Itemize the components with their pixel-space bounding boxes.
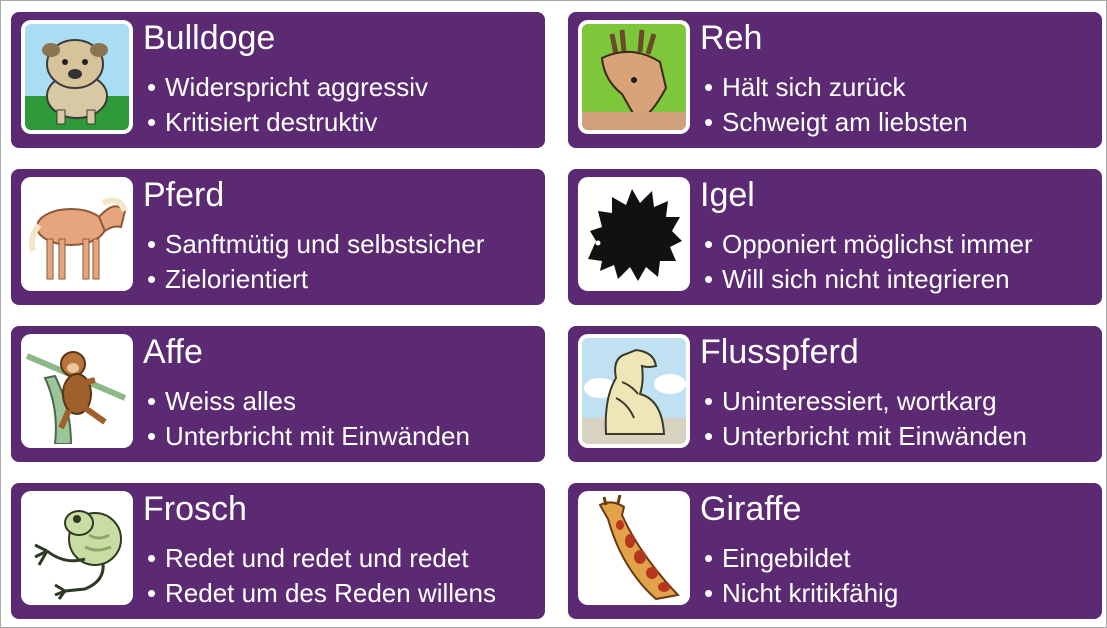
trait-item: Schweigt am liebsten <box>700 105 968 140</box>
card-affe: Affe Weiss alles Unterbricht mit Einwänd… <box>11 326 545 462</box>
deer-picture <box>578 20 690 134</box>
trait-item: Zielorientiert <box>143 262 484 297</box>
card-reh: Reh Hält sich zurück Schweigt am liebste… <box>568 12 1102 148</box>
trait-item: Opponiert möglichst immer <box>700 227 1033 262</box>
trait-list: Weiss alles Unterbricht mit Einwänden <box>143 384 470 454</box>
trait-item: Redet und redet und redet <box>143 541 496 576</box>
monkey-picture <box>21 334 133 448</box>
horse-icon <box>25 181 129 287</box>
trait-item: Eingebildet <box>700 541 898 576</box>
trait-list: Redet und redet und redet Redet um des R… <box>143 541 496 611</box>
trait-item: Hält sich zurück <box>700 70 968 105</box>
card-flusspferd: Flusspferd Uninteressiert, wortkarg Unte… <box>568 326 1102 462</box>
trait-item: Kritisiert destruktiv <box>143 105 428 140</box>
horse-picture <box>21 177 133 291</box>
hedgehog-picture <box>578 177 690 291</box>
trait-list: Hält sich zurück Schweigt am liebsten <box>700 70 968 140</box>
card-igel: Igel Opponiert möglichst immer Will sich… <box>568 169 1102 305</box>
animal-name: Reh <box>700 19 763 57</box>
trait-item: Unterbricht mit Einwänden <box>143 419 470 454</box>
slide: Bulldoge Widerspricht aggressiv Kritisie… <box>0 0 1107 628</box>
trait-list: Sanftmütig und selbstsicher Zielorientie… <box>143 227 484 297</box>
hippo-icon <box>582 338 686 444</box>
bulldog-picture <box>21 20 133 134</box>
deer-icon <box>582 24 686 130</box>
animal-name: Frosch <box>143 490 247 528</box>
trait-list: Eingebildet Nicht kritikfähig <box>700 541 898 611</box>
card-bulldoge: Bulldoge Widerspricht aggressiv Kritisie… <box>11 12 545 148</box>
giraffe-picture <box>578 491 690 605</box>
animal-name: Bulldoge <box>143 19 276 57</box>
trait-item: Nicht kritikfähig <box>700 576 898 611</box>
trait-item: Uninteressiert, wortkarg <box>700 384 1027 419</box>
animal-name: Pferd <box>143 176 225 214</box>
card-frosch: Frosch Redet und redet und redet Redet u… <box>11 483 545 619</box>
animal-name: Giraffe <box>700 490 802 528</box>
card-giraffe: Giraffe Eingebildet Nicht kritikfähig <box>568 483 1102 619</box>
frog-icon <box>25 495 129 601</box>
trait-item: Will sich nicht integrieren <box>700 262 1033 297</box>
trait-item: Unterbricht mit Einwänden <box>700 419 1027 454</box>
trait-item: Redet um des Reden willens <box>143 576 496 611</box>
animal-name: Affe <box>143 333 203 371</box>
trait-item: Sanftmütig und selbstsicher <box>143 227 484 262</box>
animal-name: Igel <box>700 176 755 214</box>
giraffe-icon <box>582 495 686 601</box>
trait-item: Widerspricht aggressiv <box>143 70 428 105</box>
hippo-picture <box>578 334 690 448</box>
hedgehog-icon <box>582 181 686 287</box>
frog-picture <box>21 491 133 605</box>
animal-name: Flusspferd <box>700 333 859 371</box>
trait-item: Weiss alles <box>143 384 470 419</box>
monkey-icon <box>25 338 129 444</box>
trait-list: Widerspricht aggressiv Kritisiert destru… <box>143 70 428 140</box>
bulldog-icon <box>25 24 129 130</box>
card-pferd: Pferd Sanftmütig und selbstsicher Zielor… <box>11 169 545 305</box>
trait-list: Uninteressiert, wortkarg Unterbricht mit… <box>700 384 1027 454</box>
trait-list: Opponiert möglichst immer Will sich nich… <box>700 227 1033 297</box>
